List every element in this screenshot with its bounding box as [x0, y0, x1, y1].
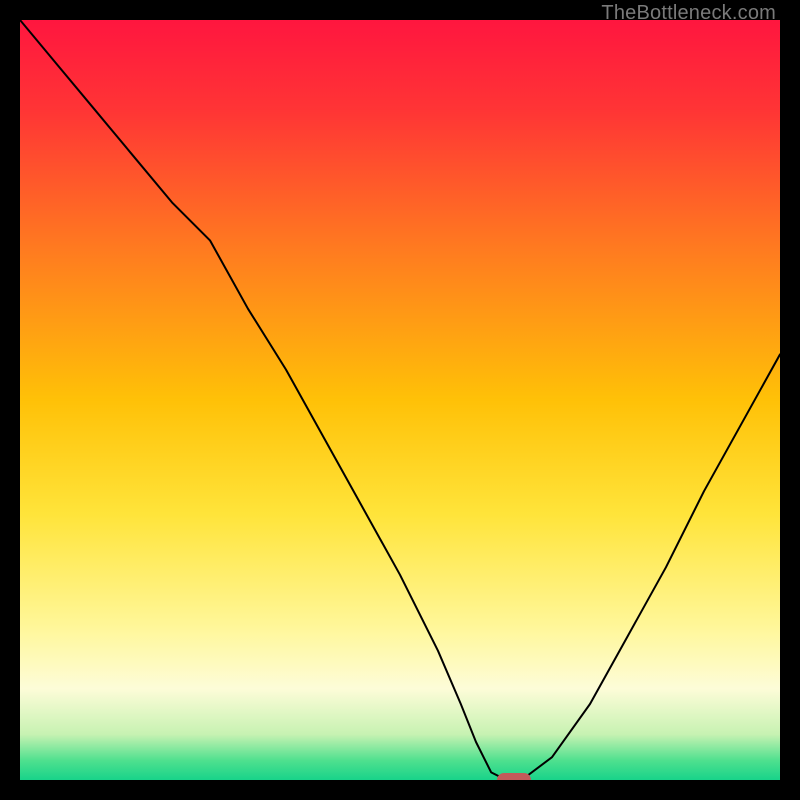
plot-area — [20, 20, 780, 780]
chart-frame: TheBottleneck.com — [0, 0, 800, 800]
minimum-marker — [497, 773, 531, 780]
bottleneck-curve — [20, 20, 780, 780]
